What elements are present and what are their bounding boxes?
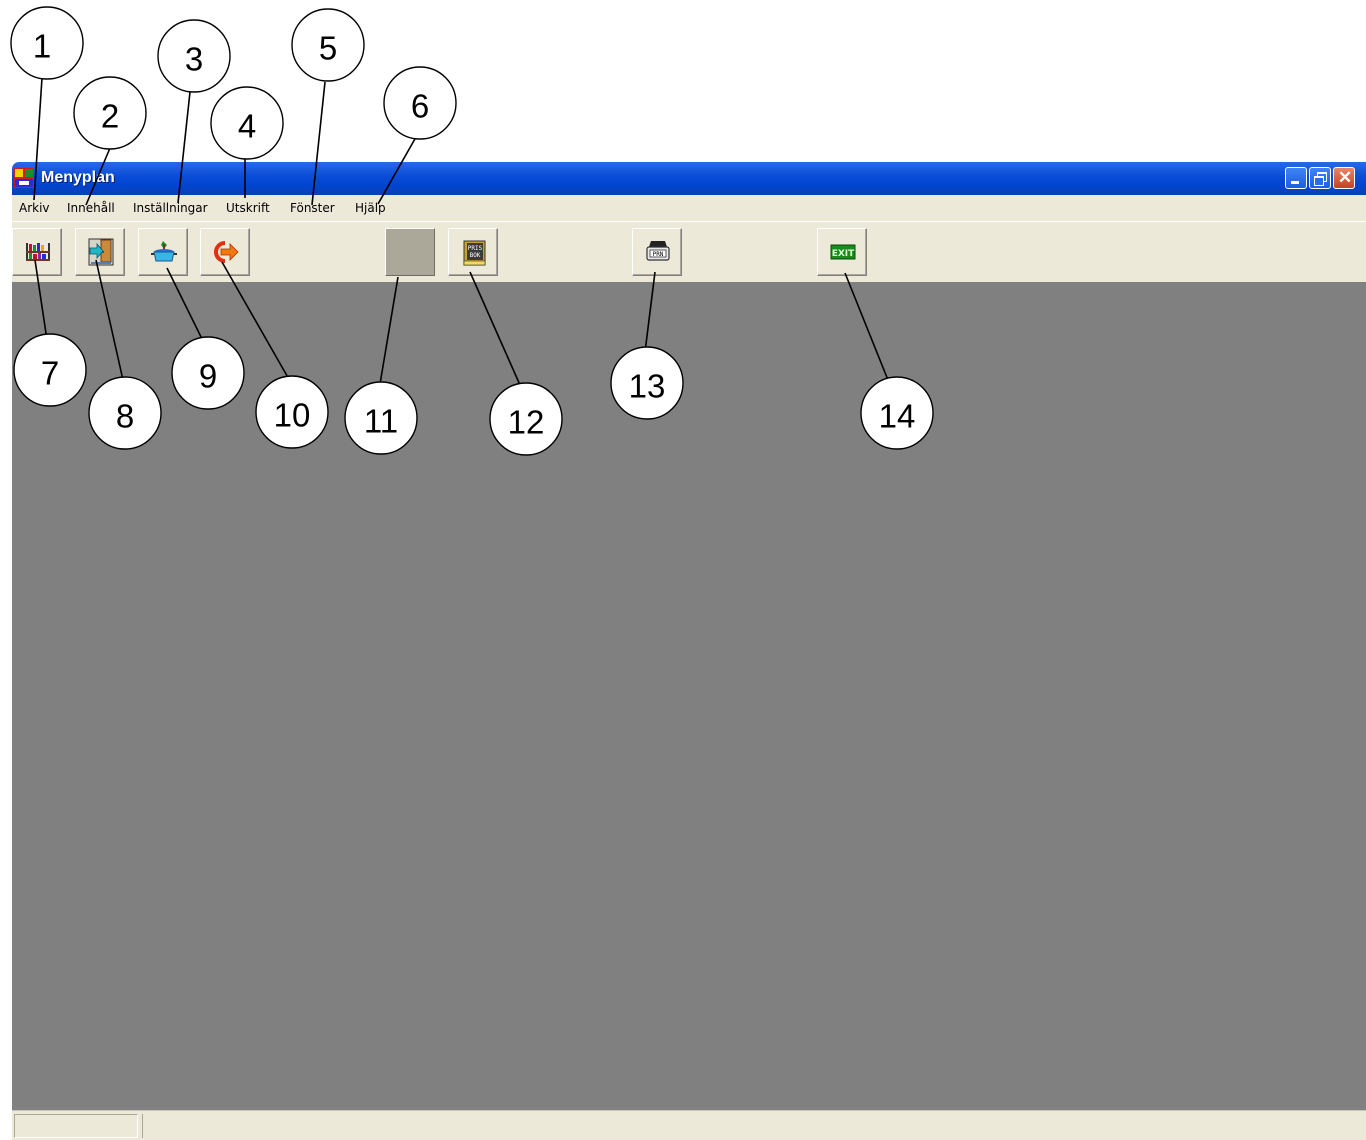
- app-window: Menyplan ✕ Arkiv Innehåll Inställningar …: [12, 162, 1366, 1140]
- enter-door-icon: [88, 238, 114, 266]
- close-button[interactable]: ✕: [1333, 167, 1355, 189]
- callout-1: 1: [10, 6, 84, 80]
- printer-label: PRN: [653, 251, 664, 258]
- blank-button[interactable]: [385, 228, 435, 276]
- price-book-icon: PRIS BOK: [463, 240, 486, 266]
- callout-2: 2: [73, 76, 147, 150]
- svg-text:5: 5: [319, 30, 337, 67]
- svg-text:1: 1: [33, 28, 51, 65]
- menu-installningar[interactable]: Inställningar: [133, 201, 208, 215]
- menu-hjalp[interactable]: Hjälp: [355, 201, 386, 215]
- callout-3: 3: [157, 19, 231, 93]
- svg-text:2: 2: [101, 98, 119, 135]
- mdi-client-area[interactable]: [12, 282, 1366, 1110]
- close-icon: ✕: [1337, 168, 1353, 187]
- menu-fonster[interactable]: Fönster: [290, 201, 335, 215]
- callout-4: 4: [210, 86, 284, 160]
- exit-sign-icon: EXIT: [830, 244, 856, 260]
- restore-icon-back: [1314, 176, 1324, 186]
- bookshelf-icon: [26, 243, 50, 261]
- window-title: Menyplan: [41, 169, 115, 186]
- printer-button[interactable]: PRN: [632, 228, 682, 276]
- menu-innehall[interactable]: Innehåll: [67, 201, 115, 215]
- price-book-button[interactable]: PRIS BOK: [448, 228, 498, 276]
- title-bar[interactable]: Menyplan ✕: [12, 162, 1366, 195]
- exit-arrow-button[interactable]: [200, 228, 250, 276]
- minimize-icon: [1291, 181, 1299, 184]
- cooking-pot-icon: [151, 241, 177, 262]
- bookshelf-button[interactable]: [12, 228, 62, 276]
- menu-utskrift[interactable]: Utskrift: [226, 201, 270, 215]
- price-book-label-2: BOK: [470, 252, 481, 259]
- minimize-button[interactable]: [1285, 167, 1307, 189]
- status-pane-1: [14, 1114, 138, 1138]
- callout-5: 5: [291, 8, 365, 82]
- menu-arkiv[interactable]: Arkiv: [19, 201, 50, 215]
- toolbar: PRIS BOK PRN EXIT: [12, 221, 1366, 282]
- status-bar: [12, 1110, 1366, 1140]
- svg-text:4: 4: [238, 108, 256, 145]
- restore-button[interactable]: [1309, 167, 1331, 189]
- svg-text:6: 6: [411, 88, 429, 125]
- exit-sign-button[interactable]: EXIT: [817, 228, 867, 276]
- status-pane-2: [142, 1114, 1364, 1138]
- svg-text:3: 3: [185, 41, 203, 78]
- exit-sign-label: EXIT: [832, 249, 855, 259]
- callout-6: 6: [383, 66, 457, 140]
- enter-door-button[interactable]: [75, 228, 125, 276]
- menu-bar: Arkiv Innehåll Inställningar Utskrift Fö…: [12, 195, 1366, 221]
- price-book-label-1: PRIS: [468, 245, 483, 252]
- printer-icon: PRN: [646, 241, 670, 261]
- app-icon: [14, 168, 34, 188]
- cooking-pot-button[interactable]: [138, 228, 188, 276]
- exit-arrow-icon: [214, 241, 239, 263]
